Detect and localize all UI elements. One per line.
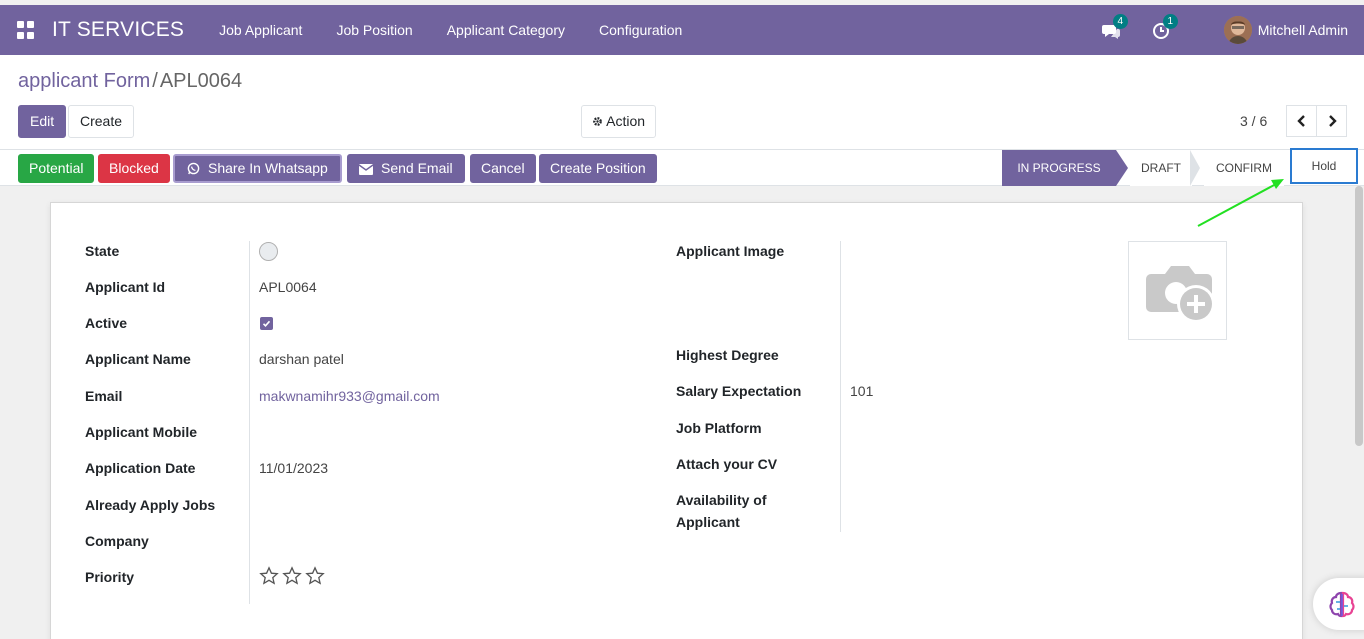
- top-navbar: IT SERVICES Job Applicant Job Position A…: [0, 5, 1364, 55]
- label-attach-cv: Attach your CV: [676, 456, 778, 472]
- breadcrumb-current: APL0064: [159, 70, 243, 92]
- field-separator: [249, 241, 250, 604]
- label-job-platform: Job Platform: [676, 420, 762, 436]
- active-checkbox[interactable]: [260, 317, 273, 330]
- field-separator: [840, 241, 841, 532]
- apps-menu-icon[interactable]: [17, 21, 35, 39]
- activities-badge: 1: [1162, 14, 1178, 29]
- share-whatsapp-button[interactable]: Share In Whatsapp: [173, 154, 342, 183]
- camera-add-icon: [1146, 266, 1215, 323]
- chevron-right-icon: [1328, 115, 1337, 127]
- stage-arrow: [1190, 150, 1200, 186]
- breadcrumb: applicant Form / APL0064: [18, 70, 242, 93]
- applicant-image-upload[interactable]: [1128, 241, 1227, 340]
- messages-badge: 4: [1112, 14, 1128, 29]
- breadcrumb-parent[interactable]: applicant Form: [18, 70, 150, 92]
- assistant-button[interactable]: [1313, 578, 1364, 630]
- create-position-button[interactable]: Create Position: [539, 154, 657, 183]
- chevron-left-icon: [1296, 115, 1305, 127]
- application-date-value[interactable]: 11/01/2023: [259, 460, 328, 476]
- menu-configuration[interactable]: Configuration: [582, 22, 699, 38]
- label-applicant-image: Applicant Image: [676, 243, 785, 259]
- label-availability: Availability of: [676, 492, 767, 508]
- messages-button[interactable]: 4: [1101, 14, 1128, 41]
- stage-arrow: [1116, 150, 1128, 186]
- label-applicant-id: Applicant Id: [85, 279, 166, 295]
- user-name[interactable]: Mitchell Admin: [1258, 22, 1348, 38]
- menu-job-position[interactable]: Job Position: [319, 22, 429, 38]
- page-scrollbar[interactable]: [1354, 186, 1364, 639]
- priority-stars: [259, 566, 325, 586]
- check-icon: [262, 320, 271, 327]
- label-email: Email: [85, 388, 123, 404]
- label-active: Active: [85, 315, 128, 331]
- menu-applicant-category[interactable]: Applicant Category: [430, 22, 582, 38]
- salary-expectation-value[interactable]: 101: [850, 383, 873, 399]
- main-menu: Job Applicant Job Position Applicant Cat…: [202, 22, 699, 38]
- stage-draft[interactable]: DRAFT: [1130, 150, 1192, 186]
- label-applicant-mobile: Applicant Mobile: [85, 424, 197, 440]
- control-panel: applicant Form / APL0064 Edit Create Actio…: [0, 55, 1364, 150]
- send-email-label: Send Email: [381, 160, 453, 176]
- label-highest-degree: Highest Degree: [676, 347, 779, 363]
- form-sheet: State Applicant Id Active Applicant Name…: [50, 202, 1303, 639]
- breadcrumb-separator: /: [152, 70, 158, 92]
- label-availability-line2: Applicant: [676, 514, 740, 530]
- blocked-button[interactable]: Blocked: [98, 154, 170, 183]
- stage-confirm[interactable]: CONFIRM: [1204, 150, 1284, 186]
- label-application-date: Application Date: [85, 460, 196, 476]
- status-bar: Potential Blocked Share In Whatsapp Send…: [0, 148, 1364, 186]
- stage-in-progress[interactable]: IN PROGRESS: [1002, 150, 1116, 186]
- activities-button[interactable]: 1: [1152, 14, 1178, 41]
- label-company: Company: [85, 533, 149, 549]
- potential-button[interactable]: Potential: [18, 154, 95, 183]
- send-email-button[interactable]: Send Email: [347, 154, 465, 183]
- label-salary-expectation: Salary Expectation: [676, 383, 802, 399]
- applicant-id-value: APL0064: [259, 279, 317, 295]
- stage-hold[interactable]: Hold: [1290, 148, 1358, 184]
- star-icon[interactable]: [305, 566, 325, 586]
- scrollbar-thumb[interactable]: [1355, 186, 1363, 446]
- action-label: Action: [606, 113, 646, 129]
- user-avatar[interactable]: [1223, 16, 1252, 44]
- label-already-apply-jobs: Already Apply Jobs: [85, 497, 216, 513]
- cancel-button[interactable]: Cancel: [470, 154, 536, 183]
- share-whatsapp-label: Share In Whatsapp: [208, 160, 328, 176]
- label-applicant-name: Applicant Name: [85, 351, 191, 367]
- star-icon[interactable]: [282, 566, 302, 586]
- state-indicator[interactable]: [259, 242, 278, 261]
- label-state: State: [85, 243, 120, 259]
- gear-icon: [593, 117, 602, 126]
- envelope-icon: [358, 164, 374, 175]
- app-brand[interactable]: IT SERVICES: [52, 18, 184, 42]
- email-value[interactable]: makwnamihr933@gmail.com: [259, 388, 440, 404]
- menu-job-applicant[interactable]: Job Applicant: [202, 22, 319, 38]
- pager-previous-button[interactable]: [1286, 105, 1317, 137]
- brain-icon: [1329, 591, 1355, 618]
- whatsapp-icon: [187, 162, 200, 175]
- star-icon[interactable]: [259, 566, 279, 586]
- applicant-name-value[interactable]: darshan patel: [259, 351, 344, 367]
- label-priority: Priority: [85, 569, 135, 585]
- edit-button[interactable]: Edit: [18, 105, 67, 138]
- create-button[interactable]: Create: [68, 105, 135, 138]
- pager-next-button[interactable]: [1316, 105, 1347, 137]
- pager-value[interactable]: 3 / 6: [1240, 113, 1267, 129]
- action-dropdown[interactable]: Action: [581, 105, 657, 138]
